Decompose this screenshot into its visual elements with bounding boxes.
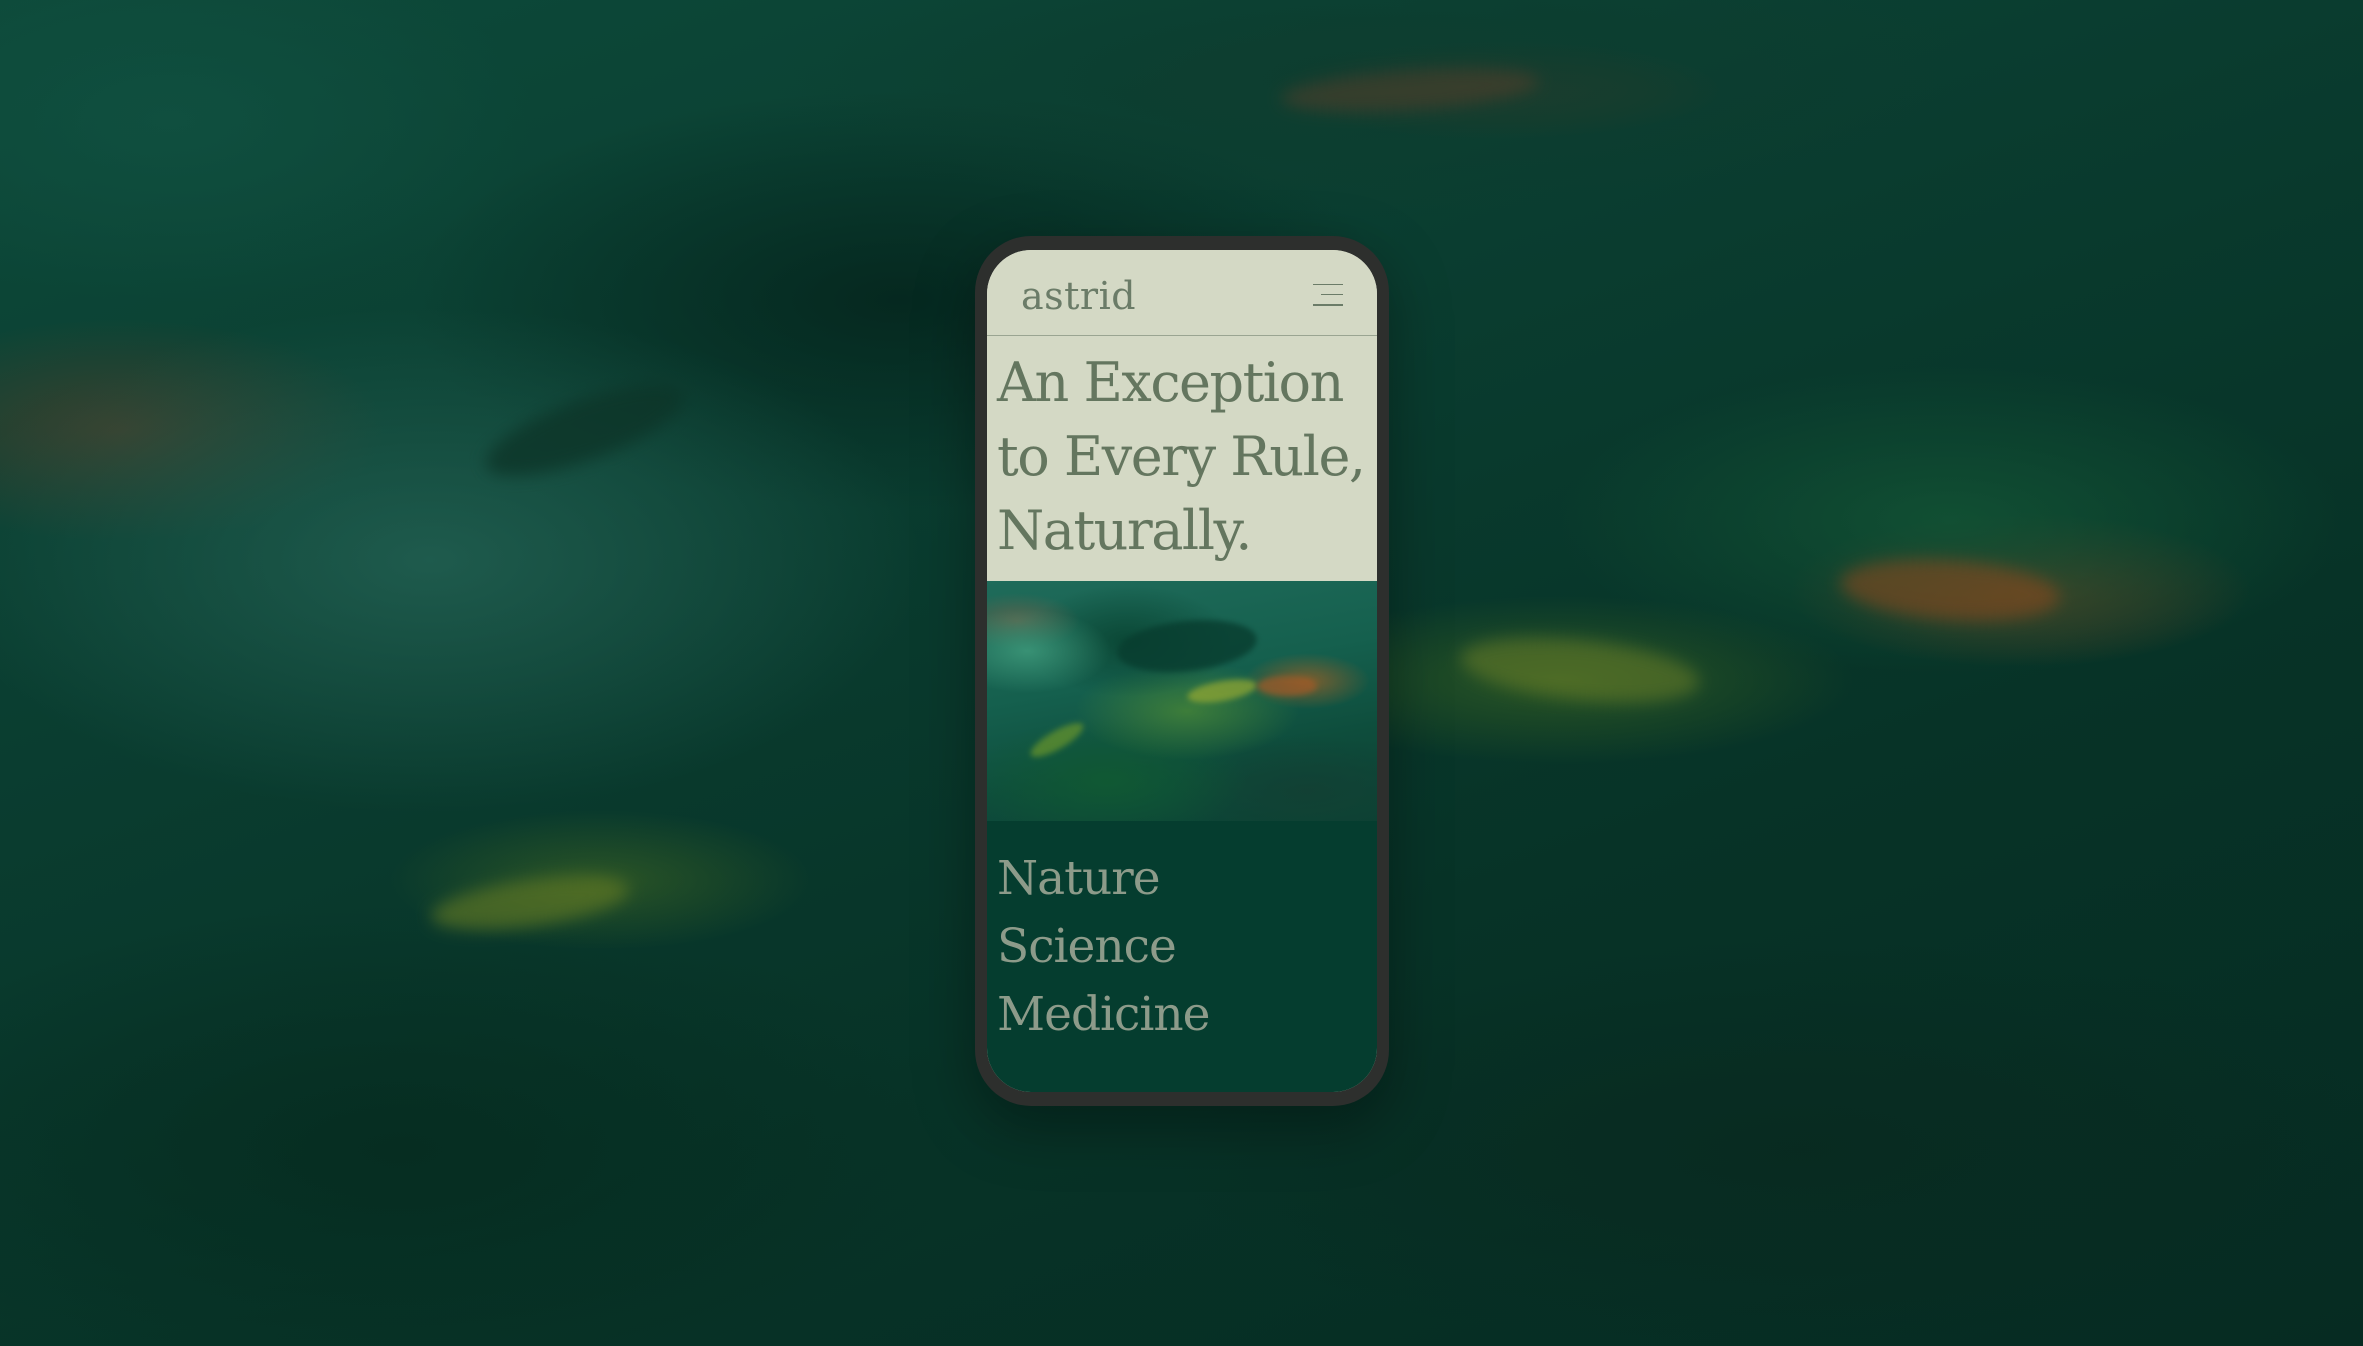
nav-item-science[interactable]: Science — [997, 913, 1367, 981]
paint-stroke — [1026, 717, 1088, 763]
paint-stroke — [476, 365, 694, 495]
paint-stroke — [1278, 60, 1542, 120]
paint-stroke — [427, 866, 633, 940]
menu-line — [1313, 283, 1343, 285]
nav-item-nature[interactable]: Nature — [997, 845, 1367, 913]
paint-stroke — [1838, 552, 2062, 628]
hero-headline: An Exception to Every Rule, Naturally. — [997, 346, 1367, 568]
menu-line — [1321, 293, 1343, 296]
paint-stroke — [1114, 613, 1260, 679]
hero-section: An Exception to Every Rule, Naturally. — [987, 336, 1377, 581]
headline-line: Naturally. — [997, 499, 1252, 562]
brand-logo[interactable]: astrid — [1021, 274, 1136, 318]
phone-screen: astrid An Exception to Every Rule, Natur… — [987, 250, 1377, 1092]
hero-painting-image — [987, 581, 1377, 821]
category-nav: Nature Science Medicine — [987, 821, 1377, 1092]
nav-item-medicine[interactable]: Medicine — [997, 981, 1367, 1049]
menu-line — [1313, 304, 1343, 306]
paint-stroke — [1457, 627, 1703, 713]
paint-stroke — [1257, 676, 1317, 696]
hamburger-menu-icon[interactable] — [1313, 283, 1343, 306]
paint-stroke — [1185, 675, 1259, 707]
site-header: astrid — [987, 250, 1377, 336]
headline-line: An Exception — [997, 351, 1344, 414]
headline-line: to Every Rule, — [997, 425, 1366, 488]
phone-frame: astrid An Exception to Every Rule, Natur… — [975, 236, 1389, 1106]
